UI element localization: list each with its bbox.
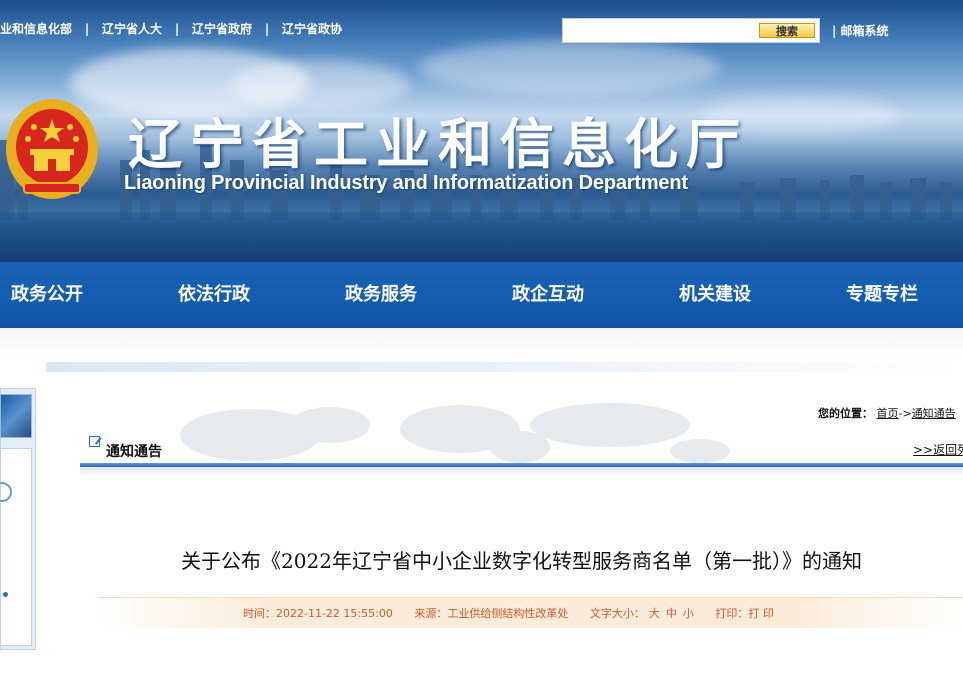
- breadcrumb-current[interactable]: 通知通告: [912, 407, 956, 420]
- main-nav: 政务公开 依法行政 政务服务 政企互动 机关建设 专题专栏: [0, 262, 963, 328]
- nav-item-agency-building[interactable]: 机关建设: [679, 262, 751, 328]
- breadcrumb-home[interactable]: 首页: [877, 407, 899, 420]
- world-map-watermark: [180, 403, 730, 463]
- section-title: 通知通告: [106, 444, 162, 460]
- breadcrumb-label: 您的位置：: [818, 407, 873, 420]
- edit-note-icon: [89, 436, 100, 447]
- breadcrumb: 您的位置： 首页->通知通告: [818, 405, 956, 421]
- meta-time-value: 2022-11-22 15:55:00: [276, 607, 393, 620]
- top-link-miit[interactable]: 业和信息化部: [0, 22, 72, 36]
- top-link-npc[interactable]: 辽宁省人大: [102, 22, 162, 36]
- back-to-list-link[interactable]: >>返回列表: [913, 441, 963, 458]
- article-title: 关于公布《2022年辽宁省中小企业数字化转型服务商名单（第一批）》的通知: [181, 549, 862, 573]
- top-links: 业和信息化部 | 辽宁省人大 | 辽宁省政府 | 辽宁省政协: [0, 20, 342, 40]
- meta-time: 时间：2022-11-22 15:55:00: [243, 607, 393, 620]
- font-size-large[interactable]: 大: [649, 607, 660, 620]
- font-size-small[interactable]: 小: [683, 607, 694, 620]
- separator: |: [84, 22, 90, 36]
- top-link-cppcc[interactable]: 辽宁省政协: [282, 22, 342, 36]
- font-size-medium[interactable]: 中: [666, 607, 677, 620]
- divider-band: [0, 328, 963, 358]
- separator: |: [174, 22, 180, 36]
- nav-item-law-administration[interactable]: 依法行政: [178, 262, 250, 328]
- sidebar-banner-image[interactable]: [0, 394, 32, 438]
- search-button[interactable]: 搜索: [759, 23, 815, 38]
- site-title: 辽宁省工业和信息化厅: [128, 113, 748, 176]
- search-box: 搜索: [562, 18, 820, 43]
- meta-source-label: 来源：: [414, 607, 448, 620]
- article-meta: 时间：2022-11-22 15:55:00 来源：工业供给侧结构性改革处 文字…: [243, 605, 792, 621]
- meta-print: 打印：打 印: [715, 607, 774, 620]
- water-reflection: [0, 212, 963, 262]
- mail-system-link[interactable]: | 邮箱系统: [832, 22, 889, 39]
- site-title-english: Liaoning Provincial Industry and Informa…: [124, 172, 688, 194]
- meta-source: 来源：工业供给侧结构性改革处: [414, 607, 568, 620]
- top-link-government[interactable]: 辽宁省政府: [192, 22, 252, 36]
- nav-item-interaction[interactable]: 政企互动: [512, 262, 584, 328]
- header-banner: 业和信息化部 | 辽宁省人大 | 辽宁省政府 | 辽宁省政协 搜索 | 邮箱系统 辽宁省工业…: [0, 0, 963, 262]
- nav-item-gov-affairs-open[interactable]: 政务公开: [11, 262, 83, 328]
- panel-shadow: [46, 362, 963, 372]
- sidebar-dot: [3, 592, 8, 597]
- separator: |: [264, 22, 270, 36]
- meta-font-size-label: 文字大小：: [589, 607, 645, 620]
- breadcrumb-arrow: ->: [898, 407, 912, 420]
- sidebar-content: [0, 448, 32, 646]
- national-emblem-icon: [6, 99, 98, 199]
- meta-time-label: 时间：: [243, 607, 276, 620]
- meta-font-size: 文字大小： 大中小: [590, 607, 694, 620]
- cloud: [420, 40, 720, 95]
- nav-item-gov-services[interactable]: 政务服务: [345, 262, 417, 328]
- print-link[interactable]: 打 印: [748, 607, 774, 620]
- section-underline-shadow: [80, 467, 963, 475]
- nav-item-special-topics[interactable]: 专题专栏: [846, 262, 918, 328]
- search-input[interactable]: [567, 21, 751, 41]
- meta-print-label: 打印：: [715, 607, 749, 620]
- meta-source-value: 工业供给侧结构性改革处: [447, 607, 569, 620]
